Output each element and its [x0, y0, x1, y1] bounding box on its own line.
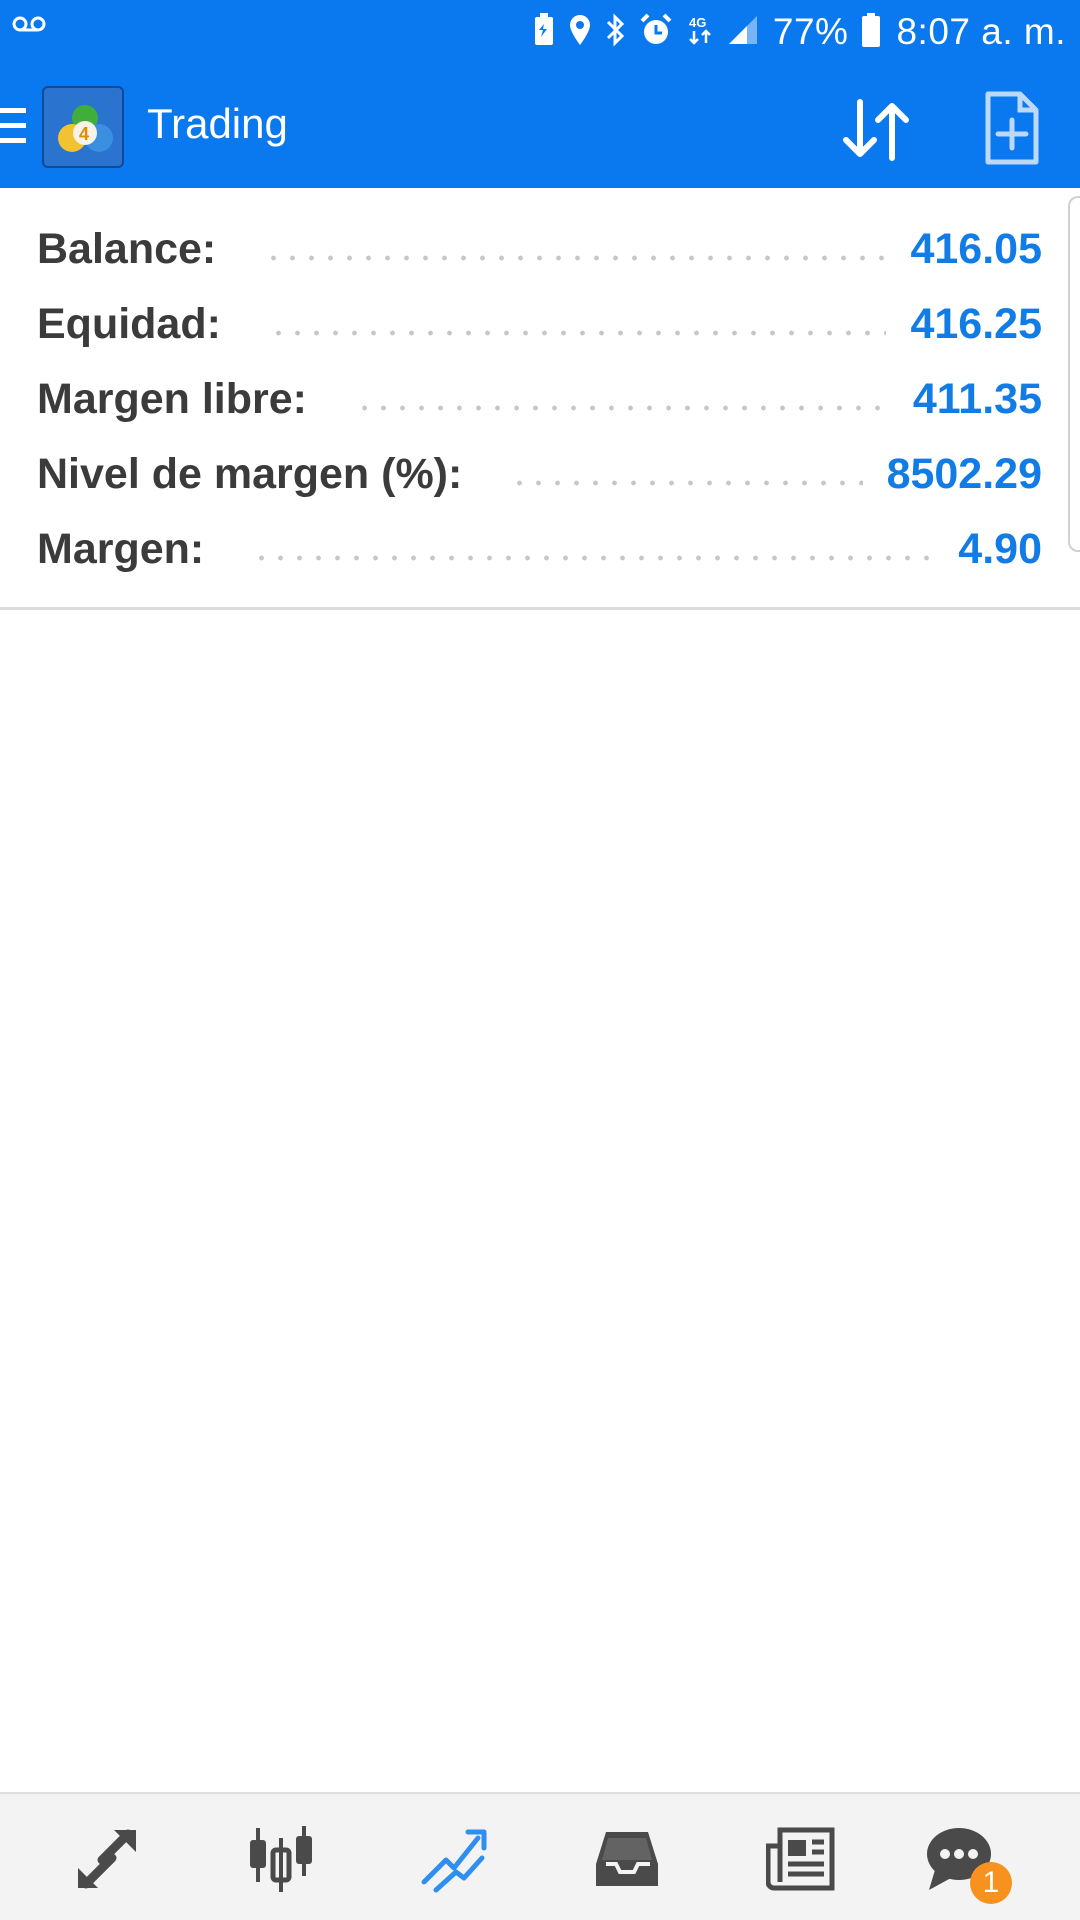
- free-margin-label: Margen libre:: [37, 374, 307, 423]
- 4g-icon: 4G: [687, 13, 713, 52]
- chat-badge: 1: [970, 1862, 1012, 1904]
- nav-history[interactable]: [582, 1816, 672, 1906]
- app-bar: 4 Trading: [0, 64, 1080, 188]
- news-icon: [765, 1824, 836, 1899]
- alarm-icon: [639, 13, 673, 52]
- status-bar: 4G 77% 8:07 a. m.: [0, 0, 1080, 64]
- nav-quotes[interactable]: [62, 1816, 152, 1906]
- nav-trade[interactable]: [410, 1816, 500, 1906]
- nav-chart[interactable]: [236, 1816, 326, 1906]
- scroll-handle[interactable]: [1068, 196, 1080, 552]
- equity-row: Equidad: 416.25: [37, 294, 1042, 354]
- clock: 8:07 a. m.: [896, 11, 1066, 52]
- new-order-button[interactable]: [980, 88, 1044, 168]
- svg-text:4: 4: [79, 124, 89, 144]
- voicemail-icon: [12, 14, 46, 39]
- quotes-icon: [72, 1824, 142, 1899]
- bluetooth-icon: [605, 12, 625, 52]
- dot-leader: [252, 555, 935, 561]
- margin-level-row: Nivel de margen (%): 8502.29: [37, 444, 1042, 504]
- chart-icon: [246, 1824, 316, 1899]
- signal-icon: [727, 14, 759, 51]
- battery-icon: [862, 12, 881, 52]
- nav-news[interactable]: [756, 1816, 846, 1906]
- sort-button[interactable]: [836, 92, 916, 168]
- history-icon: [592, 1824, 662, 1899]
- dot-leader: [355, 405, 889, 411]
- page-title: Trading: [147, 100, 288, 147]
- margin-level-value: 8502.29: [886, 449, 1042, 498]
- balance-label: Balance:: [37, 224, 217, 273]
- location-icon: [569, 14, 591, 51]
- dot-leader: [510, 480, 863, 486]
- margin-row: Margen: 4.90: [37, 519, 1042, 579]
- equity-value: 416.25: [910, 299, 1042, 348]
- metatrader-logo[interactable]: 4: [42, 86, 124, 168]
- free-margin-value: 411.35: [912, 374, 1042, 423]
- new-order-icon: [980, 91, 1044, 172]
- dot-leader: [264, 255, 887, 261]
- menu-icon[interactable]: [0, 106, 28, 151]
- battery-percent: 77%: [772, 11, 849, 52]
- balance-value: 416.05: [910, 224, 1042, 273]
- free-margin-row: Margen libre: 411.35: [37, 369, 1042, 429]
- margin-value: 4.90: [958, 524, 1042, 573]
- nav-chat[interactable]: 1: [906, 1816, 1016, 1906]
- battery-saver-icon: [533, 12, 555, 52]
- margin-label: Margen:: [37, 524, 205, 573]
- dot-leader: [268, 330, 887, 336]
- trade-icon: [420, 1824, 490, 1899]
- bottom-navigation: 1: [0, 1792, 1080, 1920]
- balance-row: Balance: 416.05: [37, 219, 1042, 279]
- margin-level-label: Nivel de margen (%):: [37, 449, 463, 498]
- sort-icon: [836, 99, 916, 172]
- svg-text:4G: 4G: [689, 15, 706, 30]
- equity-label: Equidad:: [37, 299, 221, 348]
